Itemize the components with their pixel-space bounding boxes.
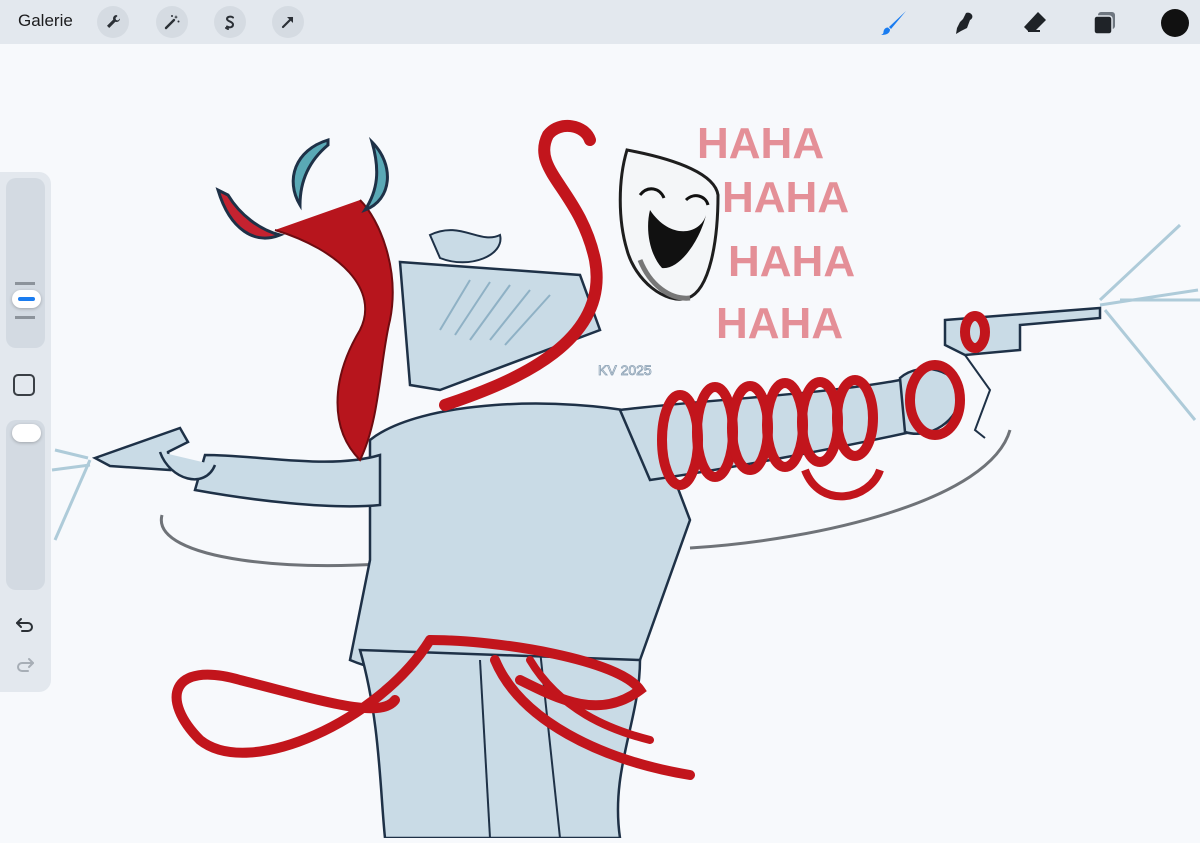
redo-arrow-icon[interactable] (12, 652, 38, 678)
laugh-line-1: HAHA (697, 119, 824, 168)
opacity-knob[interactable] (12, 424, 41, 442)
eraser-icon[interactable] (1018, 6, 1052, 40)
artwork: HAHA HAHA HAHA HAHA KV 2025 (51, 119, 1200, 840)
laugh-line-4: HAHA (716, 299, 843, 348)
horn-right (361, 136, 389, 213)
gallery-button[interactable]: Galerie (18, 11, 73, 31)
smudge-icon[interactable] (947, 6, 981, 40)
brush-icon[interactable] (877, 6, 911, 40)
modify-button[interactable] (13, 374, 35, 396)
wrench-icon[interactable] (97, 6, 129, 38)
artist-signature: KV 2025 (598, 362, 652, 378)
layers-icon[interactable] (1088, 6, 1122, 40)
selection-icon[interactable] (214, 6, 246, 38)
brush-size-knob[interactable] (12, 290, 41, 308)
muzzle-flash-left (51, 448, 92, 541)
color-swatch[interactable] (1158, 6, 1192, 40)
top-toolbar: Galerie (0, 0, 1200, 44)
hair (274, 199, 394, 462)
opacity-slider[interactable] (6, 420, 45, 590)
left-sidebar (0, 172, 51, 692)
muzzle-flash-right (1098, 223, 1200, 421)
hood-tip (428, 229, 502, 264)
magic-wand-icon[interactable] (156, 6, 188, 38)
horn-top (291, 137, 330, 211)
laugh-text: HAHA HAHA HAHA HAHA (697, 119, 855, 348)
mask (618, 148, 720, 301)
horn-left (215, 187, 285, 240)
undo-arrow-icon[interactable] (12, 612, 38, 638)
left-arm (193, 453, 382, 508)
drawing-canvas[interactable]: HAHA HAHA HAHA HAHA KV 2025 (0, 44, 1200, 840)
brush-size-slider[interactable] (6, 178, 45, 348)
laugh-line-3: HAHA (728, 237, 855, 286)
laugh-line-2: HAHA (722, 173, 849, 222)
transform-arrow-icon[interactable] (272, 6, 304, 38)
